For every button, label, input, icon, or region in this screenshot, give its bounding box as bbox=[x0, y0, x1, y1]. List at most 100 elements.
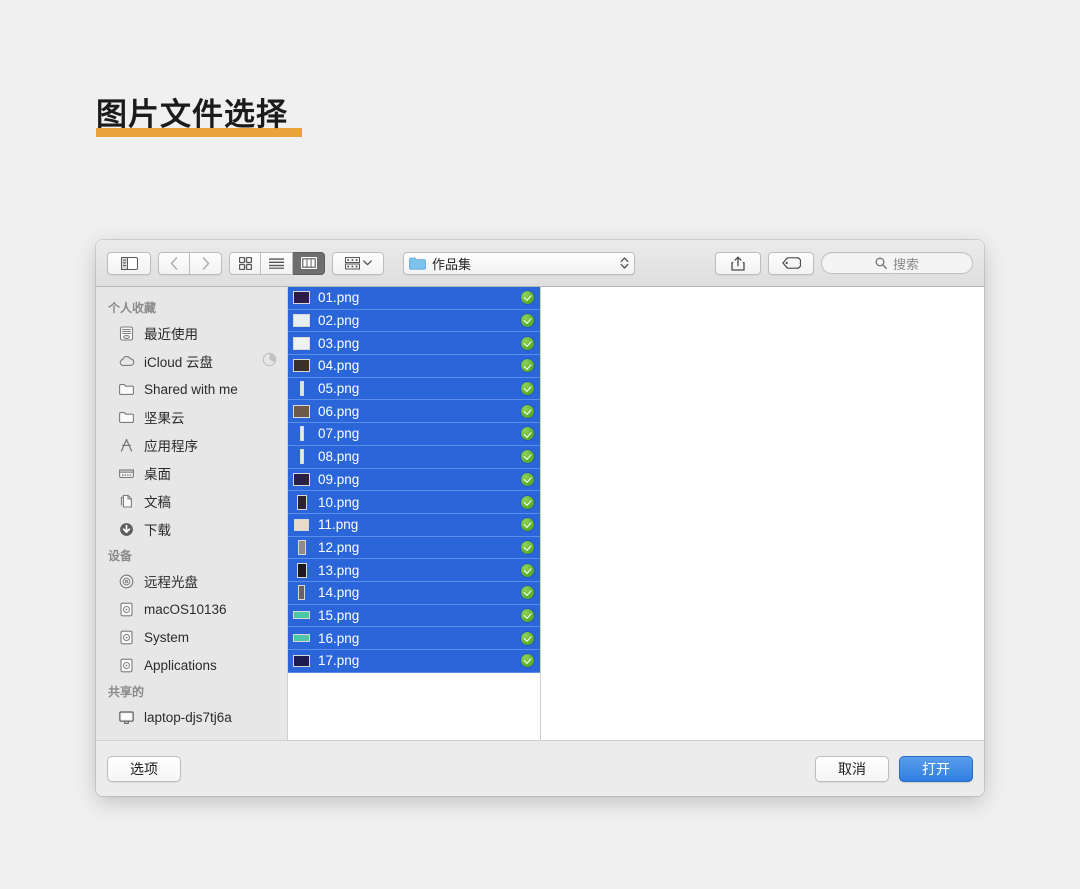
view-mode-column-button[interactable] bbox=[293, 251, 325, 275]
options-button[interactable]: 选项 bbox=[107, 755, 181, 782]
group-by-button[interactable] bbox=[332, 251, 384, 275]
selected-checkmark-icon bbox=[521, 404, 534, 418]
selected-checkmark-icon bbox=[521, 586, 534, 600]
file-name: 11.png bbox=[318, 517, 359, 533]
sidebar-item-坚果云[interactable]: 坚果云 bbox=[96, 403, 287, 431]
file-row[interactable]: 12.png bbox=[288, 536, 540, 560]
documents-icon bbox=[118, 493, 135, 510]
harddisk-icon bbox=[118, 601, 135, 618]
file-thumbnail-icon bbox=[292, 539, 311, 555]
file-row[interactable]: 03.png bbox=[288, 332, 540, 356]
page-title-block: 图片文件选择 bbox=[96, 96, 302, 137]
harddisk-icon bbox=[118, 657, 135, 674]
display-icon bbox=[118, 709, 135, 726]
selected-checkmark-icon bbox=[521, 495, 534, 509]
file-picker-dialog: 作品集 搜索 个人收藏 最近使用 iCloud 云盘 Shared with m… bbox=[96, 240, 984, 796]
view-mode-icon-button[interactable] bbox=[229, 251, 261, 275]
tag-button[interactable] bbox=[768, 251, 814, 275]
file-thumbnail-icon bbox=[292, 358, 311, 373]
selected-checkmark-icon bbox=[521, 654, 534, 668]
file-thumbnail-icon bbox=[292, 290, 311, 305]
sidebar-item-system[interactable]: System bbox=[96, 623, 287, 651]
open-button[interactable]: 打开 bbox=[899, 755, 973, 782]
preview-column bbox=[541, 287, 984, 740]
view-mode-list-button[interactable] bbox=[261, 251, 293, 275]
file-row[interactable]: 16.png bbox=[288, 627, 540, 650]
sidebar-item-label: 文稿 bbox=[144, 495, 171, 510]
sidebar-item-label: 远程光盘 bbox=[144, 575, 198, 590]
selected-checkmark-icon bbox=[521, 472, 534, 486]
file-name: 05.png bbox=[318, 381, 360, 397]
sidebar-toggle-button[interactable] bbox=[107, 251, 151, 275]
sidebar-item-label: iCloud 云盘 bbox=[144, 355, 214, 370]
selected-checkmark-icon bbox=[521, 382, 534, 396]
file-row[interactable]: 07.png bbox=[288, 423, 540, 446]
selected-checkmark-icon bbox=[521, 631, 534, 645]
file-thumbnail-icon bbox=[292, 631, 311, 646]
back-button[interactable] bbox=[158, 251, 190, 275]
desktop-icon bbox=[118, 465, 135, 482]
dialog-body: 个人收藏 最近使用 iCloud 云盘 Shared with me 坚果云 应用程序 桌面… bbox=[96, 287, 984, 740]
file-thumbnail-icon bbox=[292, 653, 311, 668]
sidebar-item-下载[interactable]: 下载 bbox=[96, 515, 287, 543]
file-row[interactable]: 02.png bbox=[288, 309, 540, 333]
file-thumbnail-icon bbox=[292, 313, 311, 328]
file-row[interactable]: 09.png bbox=[288, 468, 540, 492]
share-button[interactable] bbox=[715, 251, 761, 275]
file-name: 01.png bbox=[318, 290, 360, 306]
harddisk-icon bbox=[118, 629, 135, 646]
sidebar-item-远程光盘[interactable]: 远程光盘 bbox=[96, 567, 287, 595]
file-row[interactable]: 05.png bbox=[288, 377, 540, 401]
file-thumbnail-icon bbox=[292, 472, 311, 487]
selected-checkmark-icon bbox=[521, 359, 534, 373]
path-popup-button[interactable]: 作品集 bbox=[403, 251, 635, 275]
sidebar-item-label: 应用程序 bbox=[144, 439, 198, 454]
file-list-column[interactable]: 01.png 02.png 03.png 04.png 05.png 06.png 07.p… bbox=[288, 287, 541, 740]
selected-checkmark-icon bbox=[521, 427, 534, 441]
sidebar-section-title: 共享的 bbox=[108, 685, 145, 699]
file-name: 14.png bbox=[318, 585, 360, 601]
sidebar-item-shared-with-me[interactable]: Shared with me bbox=[96, 375, 287, 403]
applications-icon bbox=[118, 437, 135, 454]
grid-view-icon bbox=[238, 256, 252, 270]
sidebar-item-文稿[interactable]: 文稿 bbox=[96, 487, 287, 515]
sidebar-icon bbox=[120, 256, 138, 270]
file-name: 10.png bbox=[318, 494, 360, 510]
file-row[interactable]: 04.png bbox=[288, 355, 540, 378]
sidebar-item-applications[interactable]: Applications bbox=[96, 651, 287, 679]
file-row[interactable]: 14.png bbox=[288, 581, 540, 605]
forward-button[interactable] bbox=[190, 251, 222, 275]
file-thumbnail-icon bbox=[292, 426, 311, 442]
file-row[interactable]: 01.png bbox=[288, 287, 540, 310]
file-name: 16.png bbox=[318, 630, 360, 646]
search-placeholder: 搜索 bbox=[892, 256, 919, 272]
file-row[interactable]: 13.png bbox=[288, 559, 540, 582]
file-name: 09.png bbox=[318, 471, 360, 487]
file-row[interactable]: 10.png bbox=[288, 491, 540, 514]
sidebar-item-icloud-云盘[interactable]: iCloud 云盘 bbox=[96, 347, 287, 375]
sidebar-item-最近使用[interactable]: 最近使用 bbox=[96, 319, 287, 347]
sidebar-section-title: 设备 bbox=[108, 549, 133, 563]
file-row[interactable]: 06.png bbox=[288, 400, 540, 424]
search-input[interactable]: 搜索 bbox=[821, 252, 973, 274]
file-thumbnail-icon bbox=[292, 449, 311, 465]
screenshot-root: 图片文件选择 作品集 搜索 个人收藏 最近使用 iCloud 云盘 Shared… bbox=[0, 0, 1080, 889]
file-thumbnail-icon bbox=[292, 404, 311, 419]
file-row[interactable]: 17.png bbox=[288, 650, 540, 673]
sidebar-item-应用程序[interactable]: 应用程序 bbox=[96, 431, 287, 459]
sidebar-item-桌面[interactable]: 桌面 bbox=[96, 459, 287, 487]
sidebar-item-label: laptop-djs7tj6a bbox=[144, 709, 232, 725]
sidebar-item-laptop-djs7tj6a[interactable]: laptop-djs7tj6a bbox=[96, 703, 287, 731]
cancel-button[interactable]: 取消 bbox=[815, 755, 889, 782]
view-mode-segmented-control bbox=[229, 251, 325, 275]
file-row[interactable]: 15.png bbox=[288, 604, 540, 628]
sidebar-item-macos10136[interactable]: macOS10136 bbox=[96, 595, 287, 623]
file-name: 12.png bbox=[318, 539, 360, 555]
file-row[interactable]: 11.png bbox=[288, 513, 540, 537]
folder-icon bbox=[118, 409, 135, 426]
file-row[interactable]: 08.png bbox=[288, 445, 540, 469]
path-popup-label: 作品集 bbox=[432, 256, 472, 272]
navigation-buttons bbox=[158, 251, 222, 275]
sidebar-item-label: Applications bbox=[144, 657, 217, 673]
selected-checkmark-icon bbox=[521, 608, 534, 622]
